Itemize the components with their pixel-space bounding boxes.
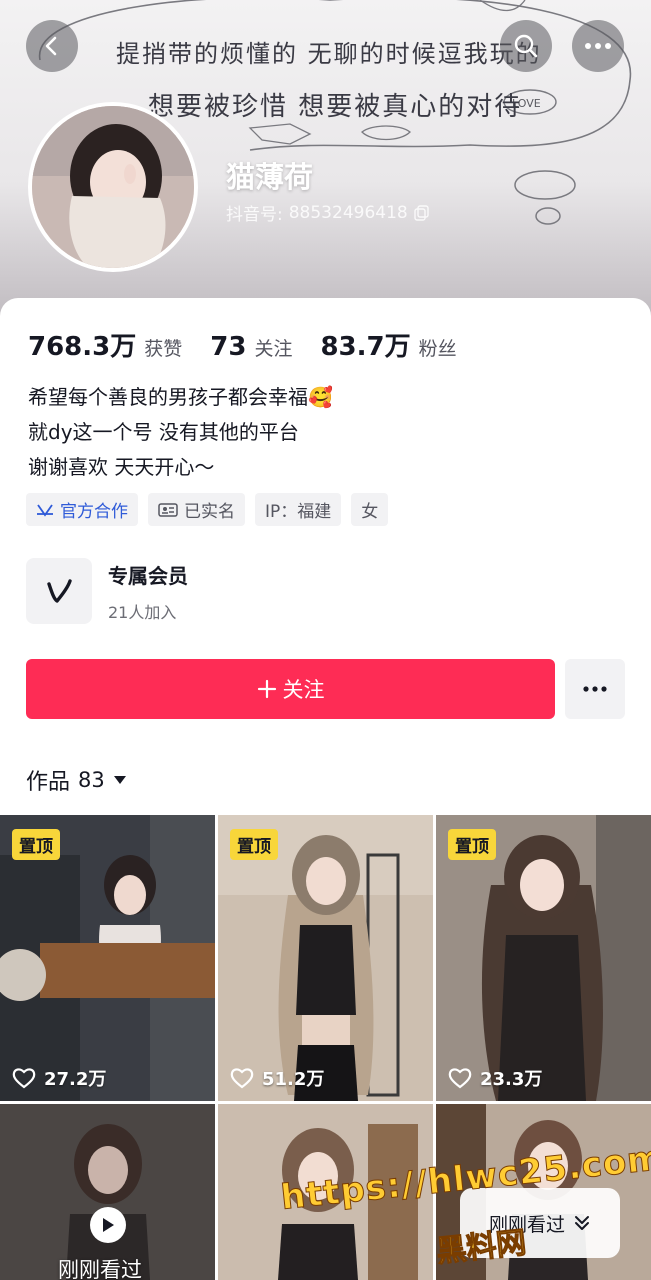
likes-count: 768.3万 xyxy=(28,332,137,362)
video-likes: 27.2万 xyxy=(12,1065,106,1091)
member-subtitle: 21人加入 xyxy=(108,602,177,622)
stat-followers[interactable]: 83.7万 粉丝 xyxy=(320,326,456,363)
video-tile[interactable]: 置顶 51.2万 xyxy=(218,815,433,1101)
caret-down-icon xyxy=(113,776,126,784)
member-v-icon xyxy=(47,579,72,603)
video-likes-count: 51.2万 xyxy=(262,1069,325,1090)
bio: 希望每个善良的男孩子都会幸福🥰 就dy这一个号 没有其他的平台 谢谢喜欢 天天开… xyxy=(28,380,333,485)
avatar-image xyxy=(32,106,194,268)
banner-text-line-1: 提捎带的烦懂的 无聊的时候逗我玩的 xyxy=(116,40,542,68)
video-likes-count: 27.2万 xyxy=(44,1069,107,1090)
tags-row: 官方合作 已实名 IP：福建 女 xyxy=(26,493,389,526)
avatar[interactable] xyxy=(28,102,198,272)
works-tab[interactable]: 作品 83 xyxy=(26,764,127,796)
stat-likes[interactable]: 768.3万 获赞 xyxy=(28,326,182,363)
copy-icon[interactable] xyxy=(414,204,430,221)
ellipsis-icon xyxy=(585,43,611,49)
nickname: 猫薄荷 xyxy=(226,160,314,194)
video-tile[interactable]: 置顶 23.3万 xyxy=(436,815,651,1101)
member-logo xyxy=(26,558,92,624)
exclusive-member-entry[interactable]: 专属会员 21人加入 xyxy=(26,558,188,624)
play-button[interactable] xyxy=(90,1207,126,1243)
douyin-id-label: 抖音号: xyxy=(226,205,283,225)
chevron-left-icon xyxy=(45,36,57,56)
search-icon xyxy=(514,34,538,58)
followers-count: 83.7万 xyxy=(320,332,411,362)
pinned-badge: 置顶 xyxy=(448,829,496,860)
works-count: 83 xyxy=(78,768,105,792)
followers-label: 粉丝 xyxy=(418,338,457,360)
tag-ip: IP：福建 xyxy=(255,493,342,526)
more-options-button[interactable] xyxy=(572,20,624,72)
tag-verified[interactable]: 已实名 xyxy=(148,493,245,526)
back-button[interactable] xyxy=(26,20,78,72)
video-likes-count: 23.3万 xyxy=(480,1069,543,1090)
double-chevron-down-icon xyxy=(575,1216,589,1230)
watermark-name: 黑料网 xyxy=(434,1225,528,1270)
bio-line-2: 就dy这一个号 没有其他的平台 xyxy=(28,420,299,444)
video-likes: 23.3万 xyxy=(448,1065,542,1091)
follow-label: 关注 xyxy=(282,678,325,702)
heart-icon xyxy=(448,1068,472,1089)
official-partner-icon xyxy=(37,503,53,517)
tag-verified-label: 已实名 xyxy=(184,502,235,522)
following-label: 关注 xyxy=(254,338,293,360)
tag-gender: 女 xyxy=(351,493,389,526)
banner-text-line-2: 想要被珍惜 想要被真心的对待 xyxy=(148,92,523,122)
douyin-id-row[interactable]: 抖音号: 88532496418 xyxy=(226,200,430,225)
id-card-icon xyxy=(158,502,178,517)
works-label: 作品 xyxy=(26,770,71,795)
tag-gender-label: 女 xyxy=(361,502,379,522)
tag-official-partner[interactable]: 官方合作 xyxy=(26,493,138,526)
likes-label: 获赞 xyxy=(144,338,183,360)
stats-row: 768.3万 获赞 73 关注 83.7万 粉丝 xyxy=(28,326,485,363)
pinned-badge: 置顶 xyxy=(230,829,278,860)
follow-button[interactable]: 关注 xyxy=(26,659,555,719)
pinned-badge: 置顶 xyxy=(12,829,60,860)
tag-official-label: 官方合作 xyxy=(60,502,128,522)
bio-line-1: 希望每个善良的男孩子都会幸福🥰 xyxy=(28,385,333,409)
bio-line-3: 谢谢喜欢 天天开心～ xyxy=(28,455,215,479)
video-tile[interactable]: 置顶 27.2万 xyxy=(0,815,215,1101)
search-button[interactable] xyxy=(500,20,552,72)
play-icon xyxy=(103,1218,114,1232)
heart-icon xyxy=(230,1068,254,1089)
heart-icon xyxy=(12,1068,36,1089)
tag-ip-label: IP：福建 xyxy=(265,502,332,522)
member-title: 专属会员 xyxy=(108,563,188,588)
stat-following[interactable]: 73 关注 xyxy=(210,332,292,362)
following-count: 73 xyxy=(210,332,247,362)
douyin-id: 88532496418 xyxy=(288,202,408,223)
video-likes: 51.2万 xyxy=(230,1065,324,1091)
recently-watched-label: 刚刚看过 xyxy=(58,1258,142,1280)
plus-icon xyxy=(257,679,276,699)
more-actions-button[interactable] xyxy=(565,659,625,719)
ellipsis-icon xyxy=(583,686,607,692)
